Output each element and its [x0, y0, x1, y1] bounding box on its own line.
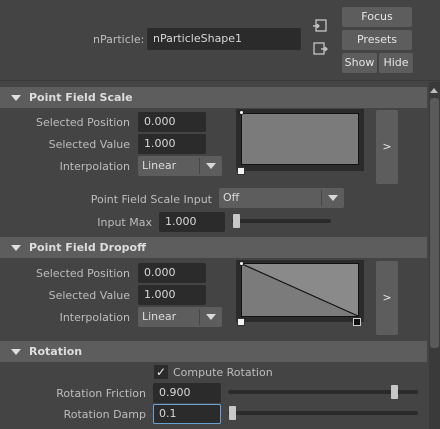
expand-ramp-button[interactable]: > [376, 110, 398, 184]
ramp-key-black[interactable] [353, 318, 361, 326]
nparticle-name-field[interactable]: nParticleShape1 [147, 28, 301, 50]
dropdown-separator [321, 190, 322, 206]
input-max-label: Input Max [97, 216, 152, 229]
rotation-friction-slider-handle[interactable] [391, 385, 398, 399]
show-button[interactable]: Show [342, 53, 377, 73]
chevron-down-icon [328, 195, 338, 201]
ramp-point-marker[interactable] [239, 110, 244, 115]
copy-tab-icon[interactable] [312, 41, 328, 57]
focus-button[interactable]: Focus [342, 7, 412, 27]
rotation-friction-field[interactable]: 0.900 [153, 383, 221, 403]
rotation-friction-slider-track[interactable] [228, 390, 418, 394]
input-max-field[interactable]: 1.000 [159, 212, 225, 232]
point-field-scale-input-dropdown[interactable]: Off [219, 188, 344, 208]
rotation-damp-label: Rotation Damp [63, 408, 146, 421]
header-divider [0, 80, 440, 81]
compute-rotation-label: Compute Rotation [173, 366, 273, 379]
selected-value-label: Selected Value [48, 289, 130, 302]
dropdown-separator [199, 158, 200, 174]
rotation-damp-slider-handle[interactable] [229, 406, 236, 420]
selected-value-label: Selected Value [48, 138, 130, 151]
interpolation-value: Linear [142, 310, 177, 323]
dropdown-separator [199, 309, 200, 325]
selected-value-field[interactable]: 1.000 [138, 134, 206, 154]
section-title: Rotation [29, 345, 83, 358]
section-title: Point Field Scale [29, 91, 133, 104]
selected-position-field[interactable]: 0.000 [138, 263, 206, 283]
load-selected-icon[interactable] [312, 18, 328, 34]
point-field-dropoff-ramp[interactable] [236, 260, 364, 322]
collapse-triangle-icon [11, 349, 21, 355]
section-title: Point Field Dropoff [29, 241, 146, 254]
input-max-slider-track[interactable] [232, 219, 331, 223]
rotation-damp-slider-track[interactable] [228, 411, 418, 415]
interpolation-value: Linear [142, 159, 177, 172]
section-header-point-field-scale[interactable]: Point Field Scale [0, 87, 427, 108]
ramp-key-white[interactable] [237, 318, 245, 326]
selected-position-label: Selected Position [35, 267, 130, 280]
interpolation-dropdown[interactable]: Linear [138, 156, 222, 176]
interpolation-label: Interpolation [59, 160, 130, 173]
point-field-scale-ramp[interactable] [236, 109, 364, 171]
dropoff-ramp-graph[interactable] [241, 263, 359, 317]
point-field-scale-input-label: Point Field Scale Input [90, 193, 212, 206]
chevron-down-icon [206, 314, 216, 320]
section-header-rotation[interactable]: Rotation [0, 341, 427, 362]
ramp-point-marker[interactable] [239, 261, 244, 266]
interpolation-label: Interpolation [59, 311, 130, 324]
collapse-triangle-icon [11, 245, 21, 251]
hide-button[interactable]: Hide [379, 53, 413, 73]
interpolation-dropdown[interactable]: Linear [138, 307, 222, 327]
chevron-down-icon [206, 163, 216, 169]
ramp-graph[interactable] [241, 113, 359, 165]
rotation-friction-label: Rotation Friction [56, 387, 146, 400]
rotation-damp-field[interactable]: 0.1 [153, 404, 221, 424]
selected-position-field[interactable]: 0.000 [138, 112, 206, 132]
presets-button[interactable]: Presets [342, 30, 412, 50]
selected-position-label: Selected Position [35, 116, 130, 129]
compute-rotation-checkbox[interactable]: ✓ [154, 365, 168, 379]
checkmark-icon: ✓ [155, 365, 167, 379]
input-dropdown-value: Off [223, 191, 240, 204]
input-max-slider-handle[interactable] [233, 214, 240, 228]
scrollbar-thumb[interactable] [430, 98, 439, 348]
nparticle-label: nParticle: [93, 33, 145, 46]
collapse-triangle-icon [11, 95, 21, 101]
ramp-key-white[interactable] [237, 167, 245, 175]
scroll-up-icon[interactable] [430, 88, 438, 93]
selected-value-field[interactable]: 1.000 [138, 285, 206, 305]
expand-ramp-button[interactable]: > [376, 261, 398, 335]
section-header-point-field-dropoff[interactable]: Point Field Dropoff [0, 237, 427, 258]
